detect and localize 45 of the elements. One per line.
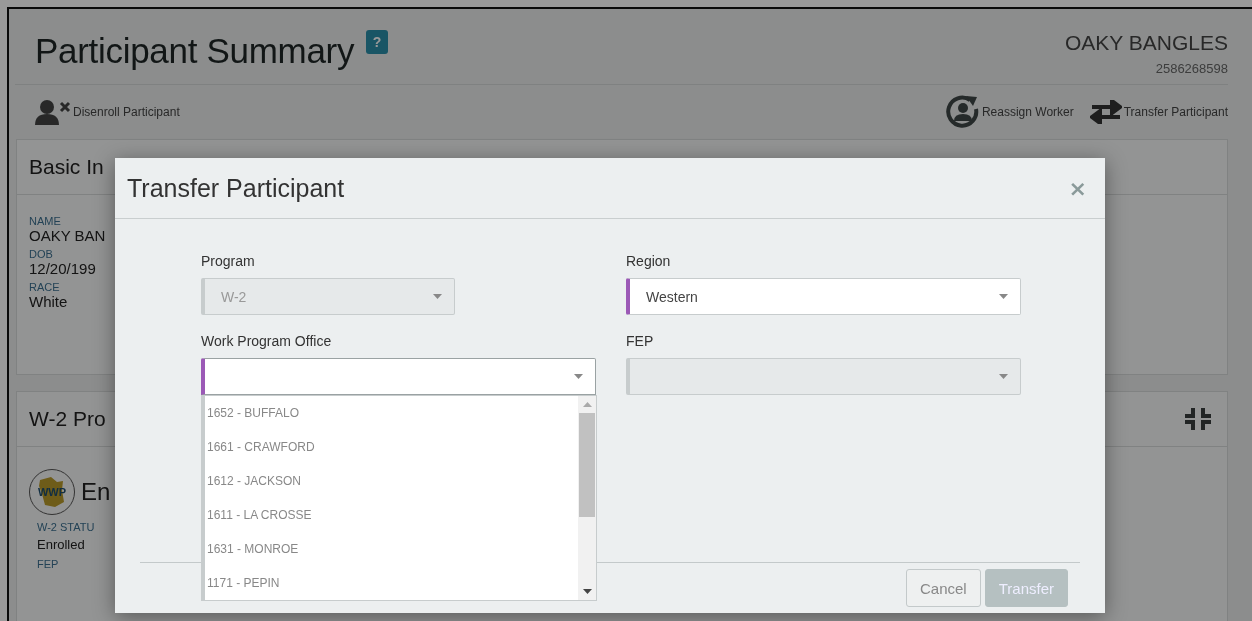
- participant-name: OAKY BANGLES: [1064, 31, 1228, 55]
- close-button[interactable]: ×: [1064, 175, 1091, 201]
- card-title: W-2 Pro: [29, 407, 106, 431]
- dropdown-option[interactable]: 1652 - BUFFALO: [205, 396, 578, 430]
- caret-icon: [999, 294, 1008, 299]
- scroll-up-icon: [582, 402, 592, 407]
- scrollbar[interactable]: [578, 396, 596, 600]
- field-label: FEP: [626, 333, 655, 349]
- dialog-title: Transfer Participant: [127, 173, 345, 203]
- field-label: Region: [626, 253, 672, 269]
- dropdown-option[interactable]: 1631 - MONROE: [205, 532, 578, 566]
- action-link[interactable]: Transfer Participant: [1089, 100, 1228, 124]
- field-label: Work Program Office: [201, 333, 333, 349]
- dropdown-option[interactable]: 1612 - JACKSON: [205, 464, 578, 498]
- field-value: 12/20/199: [29, 260, 96, 277]
- cancel-button[interactable]: Cancel: [906, 569, 981, 607]
- person-refresh-icon: [945, 95, 980, 129]
- field-value: Enrolled: [37, 537, 85, 552]
- field-label: DOB: [29, 248, 53, 260]
- field-label: FEP: [37, 558, 59, 570]
- help-badge[interactable]: ?: [366, 30, 389, 54]
- select-field[interactable]: Western: [626, 278, 1021, 315]
- action-link[interactable]: Reassign Worker: [945, 95, 1074, 129]
- caret-icon: [433, 294, 442, 299]
- select-field: W-2: [201, 278, 455, 315]
- dropdown-option[interactable]: 1661 - CRAWFORD: [205, 430, 578, 464]
- swap-arrows-icon: [1089, 100, 1122, 124]
- card-title: Basic In: [29, 155, 104, 179]
- person-remove-icon: [35, 99, 71, 125]
- select-field[interactable]: [201, 358, 596, 395]
- field-label: RACE: [29, 281, 60, 293]
- page-title: Participant Summary: [35, 30, 355, 71]
- scroll-down-icon: [582, 589, 592, 594]
- scrollbar-thumb[interactable]: [579, 413, 595, 517]
- field-label: W-2 STATU: [37, 521, 95, 533]
- dropdown-option[interactable]: 1611 - LA CROSSE: [205, 498, 578, 532]
- field-label: NAME: [29, 215, 61, 227]
- dropdown-option[interactable]: 1171 - PEPIN: [205, 566, 578, 600]
- status-heading: En: [81, 478, 111, 506]
- field-label: Program: [201, 253, 256, 269]
- field-value: White: [29, 293, 68, 310]
- action-link[interactable]: Disenroll Participant: [35, 99, 180, 125]
- field-value: OAKY BAN: [29, 227, 106, 244]
- participant-id: 2586268598: [1154, 61, 1228, 76]
- collapse-icon: [1185, 408, 1211, 430]
